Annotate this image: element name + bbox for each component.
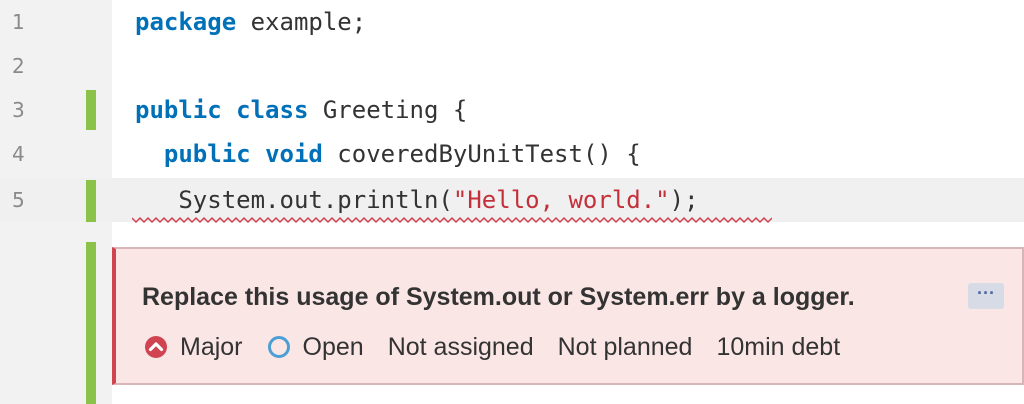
code-token: example; [236,8,367,36]
code-line-4: 4 public void coveredByUnitTest() { [0,132,1024,176]
keyword-token: public [163,140,251,168]
keyword-token: package [135,8,237,36]
more-actions-button[interactable]: ··· [968,283,1004,309]
code-line-5: 5 System.out.println("Hello, world."); [0,178,1024,223]
line-number[interactable]: 4 [12,132,52,176]
keyword-token: class [236,96,309,124]
code-text: public void coveredByUnitTest() { [135,132,641,176]
line-number[interactable]: 5 [12,178,52,222]
open-status-icon [267,336,290,358]
code-text: package example; [135,0,366,44]
code-line-1: 1 package example; [0,0,1024,44]
plan-label[interactable]: Not planned [558,333,693,362]
issue-box[interactable]: Replace this usage of System.out or Syst… [112,247,1024,385]
coverage-marker-covered [86,242,96,404]
code-token: ); [669,186,699,214]
severity-item[interactable]: Major [144,333,243,362]
code-line-3: 3 public class Greeting { [0,88,1024,132]
code-token: coveredByUnitTest() { [322,140,641,168]
coverage-marker-covered[interactable] [86,90,96,130]
line-number[interactable]: 1 [12,0,52,44]
keyword-token: void [265,140,323,168]
issue-message[interactable]: Replace this usage of System.out or Syst… [142,281,855,313]
line-number[interactable]: 3 [12,88,52,132]
assignee-label[interactable]: Not assigned [388,333,534,362]
code-token: System.out.println( [135,186,453,214]
code-line-2: 2 [0,44,1024,88]
issue-meta: Major Open Not assigned Not planned 10mi… [144,331,864,363]
status-item[interactable]: Open [267,333,364,362]
debt-label[interactable]: 10min debt [716,333,840,362]
severity-label: Major [180,332,243,361]
major-severity-icon [145,336,167,358]
status-label: Open [302,332,364,361]
string-token: "Hello, world." [452,186,670,214]
line-number[interactable]: 2 [12,44,52,88]
code-token: Greeting { [308,96,468,124]
issue-underline[interactable] [132,213,772,223]
keyword-token: public [135,96,222,124]
code-text: public class Greeting { [135,88,467,132]
coverage-marker-covered[interactable] [86,180,96,222]
